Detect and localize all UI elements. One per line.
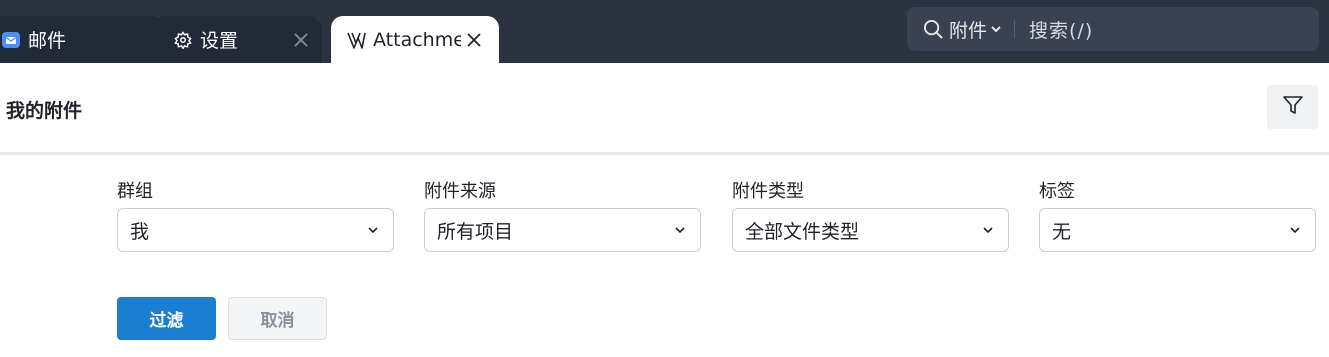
search-scope-dropdown[interactable]: 附件: [949, 16, 1002, 43]
search-scope-label: 附件: [949, 19, 988, 42]
chevron-down-icon: [672, 222, 688, 238]
chevron-down-icon: [980, 222, 996, 238]
tag-filter: 标签 无: [1039, 178, 1316, 252]
chevron-down-icon: [990, 23, 1002, 35]
group-filter: 群组 我: [117, 178, 394, 252]
type-select[interactable]: 全部文件类型: [732, 208, 1009, 252]
type-filter: 附件类型 全部文件类型: [732, 178, 1009, 252]
tab-mail-label: 邮件: [28, 30, 67, 52]
filter-toggle-button[interactable]: [1267, 85, 1318, 129]
cancel-button[interactable]: 取消: [228, 297, 327, 340]
apply-filter-button[interactable]: 过滤: [117, 297, 216, 340]
tab-settings-label: 设置: [200, 30, 239, 52]
header-divider: [0, 152, 1329, 155]
tab-mail[interactable]: 邮件: [0, 16, 165, 63]
source-filter: 附件来源 所有项目: [424, 178, 701, 252]
search-input[interactable]: 附件 搜索(/): [907, 7, 1319, 51]
source-select-value: 所有项目: [437, 220, 514, 243]
gear-icon: [172, 29, 194, 51]
mail-icon: [0, 29, 22, 51]
tag-select[interactable]: 无: [1039, 208, 1316, 252]
search-divider: [1014, 20, 1016, 38]
search-placeholder: 搜索(/): [1029, 19, 1094, 42]
tab-attachments-label: Attachments: [373, 28, 461, 51]
page-title: 我的附件: [6, 100, 83, 122]
group-filter-label: 群组: [117, 181, 153, 202]
tab-attachments[interactable]: Attachments: [331, 16, 499, 63]
chevron-down-icon: [1287, 222, 1303, 238]
group-select-value: 我: [130, 220, 150, 243]
group-select[interactable]: 我: [117, 208, 394, 252]
close-icon[interactable]: [463, 29, 485, 51]
type-filter-label: 附件类型: [732, 181, 804, 202]
chevron-down-icon: [365, 222, 381, 238]
tag-filter-label: 标签: [1039, 181, 1075, 202]
filter-icon: [1282, 94, 1304, 120]
attachment-app-icon: [345, 29, 367, 51]
source-filter-label: 附件来源: [424, 181, 496, 202]
tag-select-value: 无: [1052, 220, 1072, 243]
top-bar: 邮件 设置 Attachments: [0, 0, 1329, 63]
tab-settings[interactable]: 设置: [152, 16, 322, 63]
search-icon: [921, 17, 945, 41]
type-select-value: 全部文件类型: [745, 220, 860, 243]
source-select[interactable]: 所有项目: [424, 208, 701, 252]
close-icon[interactable]: [290, 29, 312, 51]
